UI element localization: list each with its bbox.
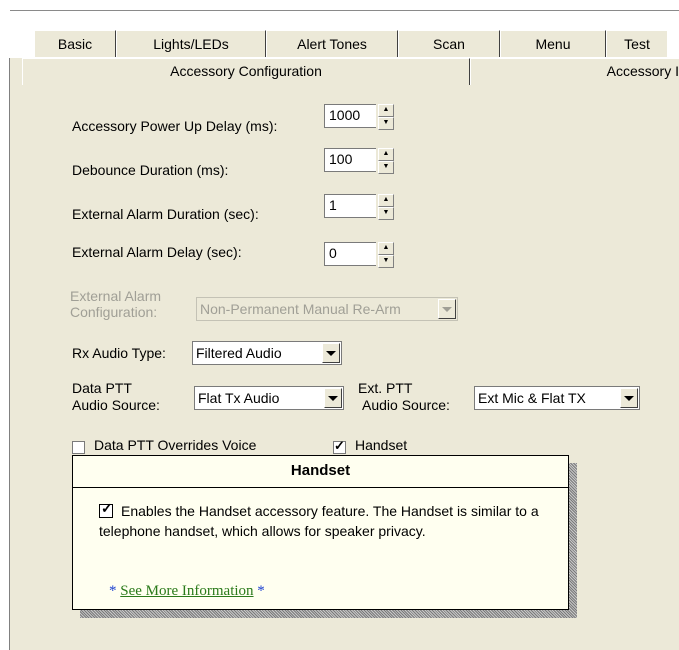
spin-down-icon[interactable]: ▼ — [378, 255, 394, 268]
tab-label: Scan — [433, 36, 465, 52]
tab-label: Menu — [535, 36, 571, 52]
spin-buttons: ▲ ▼ — [378, 148, 394, 174]
tab-menu[interactable]: Menu — [500, 30, 606, 57]
star-icon: * — [257, 583, 265, 599]
alarm-duration-label: External Alarm Duration (sec): — [72, 206, 259, 222]
tooltip-body: Enables the Handset accessory feature. T… — [99, 501, 549, 541]
tab-label: Lights/LEDs — [153, 36, 229, 52]
alarm-delay-label: External Alarm Delay (sec): — [72, 244, 242, 260]
spin-up-icon[interactable]: ▲ — [378, 242, 394, 255]
ext-ptt-select[interactable]: Ext Mic & Flat TX — [474, 386, 640, 410]
spin-up-icon[interactable]: ▲ — [378, 104, 394, 117]
see-more-link[interactable]: * See More Information * — [109, 583, 265, 600]
data-ptt-label: Data PTT Audio Source: — [72, 380, 160, 414]
power-up-delay-spinner: 1000 ▲ ▼ — [324, 104, 394, 130]
alarm-duration-input[interactable]: 1 — [324, 194, 376, 218]
tab-row-bottom: Accessory Configuration Accessory I — [22, 58, 679, 85]
spin-buttons: ▲ ▼ — [378, 194, 394, 220]
tab-label: Alert Tones — [297, 36, 367, 52]
handset-checkbox[interactable] — [333, 438, 346, 454]
tab-lights-leds[interactable]: Lights/LEDs — [116, 30, 266, 57]
handset-tooltip: Handset Enables the Handset accessory fe… — [72, 455, 569, 610]
tab-alert-tones[interactable]: Alert Tones — [266, 30, 398, 57]
chevron-down-icon — [324, 388, 342, 408]
spin-buttons: ▲ ▼ — [378, 242, 394, 268]
star-icon: * — [109, 583, 117, 599]
window: Basic Lights/LEDs Alert Tones Scan Menu … — [0, 0, 679, 650]
debounce-label: Debounce Duration (ms): — [72, 162, 229, 178]
select-value: Filtered Audio — [196, 345, 282, 361]
data-ptt-select[interactable]: Flat Tx Audio — [194, 386, 344, 410]
select-value: Ext Mic & Flat TX — [478, 390, 586, 406]
divider — [73, 487, 568, 488]
tab-accessory-other[interactable]: Accessory I — [470, 58, 679, 85]
label-line: External Alarm — [70, 288, 162, 304]
debounce-spinner: 100 ▲ ▼ — [324, 148, 394, 174]
label-line: Audio Source: — [362, 397, 450, 413]
link-text[interactable]: See More Information — [120, 583, 253, 599]
label-line: Configuration: — [70, 304, 158, 320]
data-ptt-overrides-label: Data PTT Overrides Voice — [94, 437, 257, 453]
alarm-delay-spinner: 0 ▲ ▼ — [324, 242, 394, 268]
tab-scan[interactable]: Scan — [398, 30, 500, 57]
ext-ptt-label: Ext. PTT Audio Source: — [358, 380, 450, 414]
data-ptt-overrides-checkbox[interactable] — [72, 441, 85, 454]
alarm-config-select[interactable]: Non-Permanent Manual Re-Arm — [196, 297, 458, 321]
tab-label: Basic — [57, 36, 93, 52]
debounce-input[interactable]: 100 — [324, 148, 376, 172]
spin-down-icon[interactable]: ▼ — [378, 207, 394, 220]
tab-test[interactable]: Test — [606, 30, 667, 57]
label-line: Data PTT — [72, 380, 132, 396]
tooltip-title: Handset — [290, 462, 351, 479]
spin-buttons: ▲ ▼ — [378, 104, 394, 130]
tab-label: Accessory Configuration — [170, 63, 322, 79]
power-up-delay-label: Accessory Power Up Delay (ms): — [72, 118, 278, 134]
spin-up-icon[interactable]: ▲ — [378, 148, 394, 161]
alarm-config-label: External Alarm Configuration: — [70, 288, 161, 320]
label-line: Audio Source: — [72, 397, 160, 413]
chevron-down-icon — [438, 299, 456, 319]
power-up-delay-input[interactable]: 1000 — [324, 104, 376, 128]
tab-label: Test — [624, 36, 650, 52]
tooltip-text: Enables the Handset accessory feature. T… — [99, 503, 539, 539]
alarm-delay-input[interactable]: 0 — [324, 242, 376, 266]
select-value: Flat Tx Audio — [198, 390, 280, 406]
spin-down-icon[interactable]: ▼ — [378, 117, 394, 130]
alarm-duration-spinner: 1 ▲ ▼ — [324, 194, 394, 220]
label-line: Ext. PTT — [358, 380, 413, 396]
chevron-down-icon — [322, 343, 340, 363]
rx-audio-select[interactable]: Filtered Audio — [192, 341, 342, 365]
spin-down-icon[interactable]: ▼ — [378, 161, 394, 174]
tab-row-top: Basic Lights/LEDs Alert Tones Scan Menu … — [34, 30, 667, 57]
chevron-down-icon — [620, 388, 638, 408]
select-value: Non-Permanent Manual Re-Arm — [200, 301, 401, 317]
rx-audio-label: Rx Audio Type: — [72, 345, 166, 361]
spin-up-icon[interactable]: ▲ — [378, 194, 394, 207]
handset-label: Handset — [355, 437, 408, 453]
tab-accessory-configuration[interactable]: Accessory Configuration — [22, 58, 470, 85]
tab-label: Accessory I — [606, 63, 679, 79]
divider — [10, 10, 679, 11]
tab-basic[interactable]: Basic — [34, 30, 116, 57]
